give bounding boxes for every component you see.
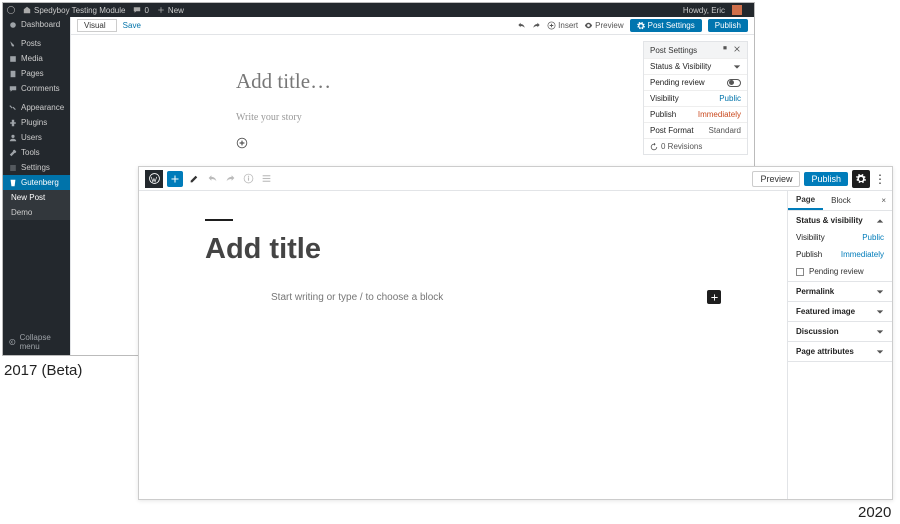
close-icon[interactable] [729, 45, 741, 55]
panel-row-visibility: VisibilityPublic [644, 90, 747, 106]
collapse-menu[interactable]: Collapse menu [3, 329, 70, 355]
wp-logo-icon[interactable] [145, 170, 163, 188]
post-settings-button[interactable]: Post Settings [630, 19, 702, 32]
add-block-icon[interactable] [236, 137, 248, 149]
avatar [732, 5, 742, 15]
redo-button[interactable] [532, 21, 541, 30]
panel-row-format: Post FormatStandard [644, 122, 747, 138]
undo-button[interactable] [205, 172, 219, 186]
editor-toolbar: Visual Save Insert Preview Post Settings… [71, 17, 754, 35]
panel-section-status: Status & visibility VisibilityPublic Pub… [788, 211, 892, 282]
sidebar-item-posts[interactable]: Posts [3, 36, 70, 51]
sidebar-item-dashboard[interactable]: Dashboard [3, 17, 70, 32]
howdy-user[interactable]: Howdy, Eric [683, 5, 742, 15]
sidebar-item-settings[interactable]: Settings [3, 160, 70, 175]
panel-row-pending: Pending review [644, 74, 747, 90]
admin-bar: Spedyboy Testing Module 0 New Howdy, Eri… [3, 3, 754, 17]
panel-section-permalink[interactable]: Permalink [788, 282, 892, 302]
panel-section-page-attributes[interactable]: Page attributes [788, 342, 892, 362]
gutenberg-2020-window: Preview Publish ⋮ Add title Start writin… [138, 166, 893, 500]
title-input[interactable]: Add title [205, 233, 721, 266]
save-link[interactable]: Save [123, 21, 141, 30]
comments-bubble[interactable]: 0 [133, 6, 148, 15]
inline-add-block-icon[interactable] [707, 290, 721, 304]
wp-logo-icon[interactable] [7, 6, 15, 14]
settings-panel: Page Block × Status & visibility Visibil… [787, 191, 892, 499]
sidebar-item-gutenberg[interactable]: Gutenberg [3, 175, 70, 190]
visibility-link[interactable]: Public [719, 94, 741, 103]
sidebar-item-tools[interactable]: Tools [3, 145, 70, 160]
panel-section-featured-image[interactable]: Featured image [788, 302, 892, 322]
settings-gear-button[interactable] [852, 170, 870, 188]
publish-button[interactable]: Publish [708, 19, 748, 32]
sidebar-submenu: New Post Demo [3, 190, 70, 220]
default-block-prompt[interactable]: Start writing or type / to choose a bloc… [205, 290, 721, 304]
caption-2020: 2020 [858, 504, 891, 521]
content-input[interactable]: Write your story [236, 112, 589, 123]
caption-2017: 2017 (Beta) [4, 362, 82, 379]
outline-icon[interactable] [259, 172, 273, 186]
row-pending[interactable]: Pending review [788, 264, 892, 281]
panel-tabs: Page Block × [788, 191, 892, 211]
panel-section-discussion[interactable]: Discussion [788, 322, 892, 342]
sidebar-item-pages[interactable]: Pages [3, 66, 70, 81]
tab-page[interactable]: Page [788, 191, 823, 210]
sidebar-item-users[interactable]: Users [3, 130, 70, 145]
sidebar-item-appearance[interactable]: Appearance [3, 100, 70, 115]
panel-row-publish: PublishImmediately [644, 106, 747, 122]
post-settings-panel: Post Settings Status & Visibility Pendin… [643, 41, 748, 155]
publish-date-link[interactable]: Immediately [841, 250, 884, 259]
info-icon[interactable] [241, 172, 255, 186]
sidebar-subitem-demo[interactable]: Demo [3, 205, 70, 220]
panel-header: Post Settings [644, 42, 747, 58]
admin-sidebar: Dashboard Posts Media Pages Comments App… [3, 17, 70, 355]
pending-checkbox[interactable] [796, 268, 804, 276]
panel-row-revisions[interactable]: 0 Revisions [644, 138, 747, 154]
pin-icon[interactable] [717, 45, 729, 55]
preview-button[interactable]: Preview [584, 21, 623, 30]
editor-mode-select[interactable]: Visual [77, 19, 117, 32]
sidebar-item-plugins[interactable]: Plugins [3, 115, 70, 130]
more-menu-icon[interactable]: ⋮ [874, 172, 886, 186]
site-name[interactable]: Spedyboy Testing Module [23, 6, 125, 15]
title-accent [205, 219, 233, 221]
preview-button[interactable]: Preview [752, 171, 800, 187]
undo-button[interactable] [517, 21, 526, 30]
row-visibility: VisibilityPublic [788, 230, 892, 247]
sidebar-item-comments[interactable]: Comments [3, 81, 70, 96]
row-publish: PublishImmediately [788, 247, 892, 264]
pending-toggle[interactable] [727, 79, 741, 87]
publish-date-link[interactable]: Immediately [698, 110, 741, 119]
editor-toolbar: Preview Publish ⋮ [139, 167, 892, 191]
editor-canvas[interactable]: Add title Start writing or type / to cho… [139, 191, 787, 499]
publish-button[interactable]: Publish [804, 172, 848, 186]
panel-row-status[interactable]: Status & Visibility [644, 58, 747, 74]
sidebar-subitem-newpost[interactable]: New Post [3, 190, 70, 205]
redo-button[interactable] [223, 172, 237, 186]
section-header-status[interactable]: Status & visibility [788, 211, 892, 230]
visibility-link[interactable]: Public [862, 233, 884, 242]
new-content[interactable]: New [157, 6, 184, 15]
insert-button[interactable]: Insert [547, 21, 578, 30]
title-input[interactable]: Add title… [236, 69, 589, 94]
tab-block[interactable]: Block [823, 192, 859, 209]
sidebar-item-media[interactable]: Media [3, 51, 70, 66]
add-block-button[interactable] [167, 171, 183, 187]
close-panel-icon[interactable]: × [875, 196, 892, 205]
edit-mode-icon[interactable] [187, 172, 201, 186]
